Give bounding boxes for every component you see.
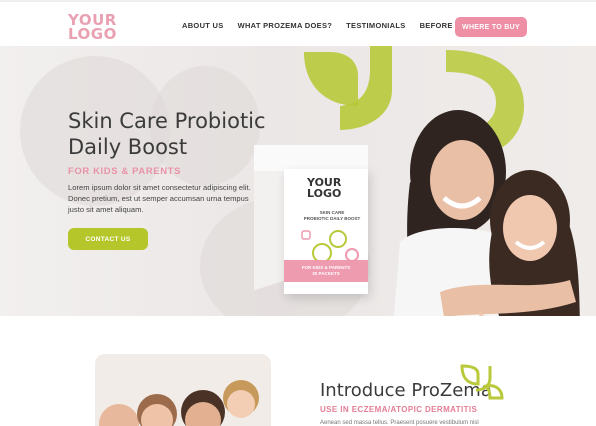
main-nav: ABOUT US WHAT PROZEMA DOES? TESTIMONIALS… (182, 21, 489, 30)
mother-daughter-photo (393, 110, 580, 316)
product-band-line: 30 PACKETS (312, 271, 340, 276)
where-to-buy-button[interactable]: WHERE TO BUY (455, 17, 527, 37)
hero-subtitle: FOR KIDS & PARENTS (68, 166, 182, 177)
site-header: YOUR LOGO ABOUT US WHAT PROZEMA DOES? TE… (0, 0, 596, 46)
hero-title-line: Skin Care Probiotic (68, 109, 266, 133)
leaf-logo-icon (460, 364, 504, 400)
site-logo[interactable]: YOUR LOGO (68, 13, 117, 43)
hero-description: Lorem ipsum dolor sit amet consectetur a… (68, 183, 251, 214)
family-photo-image (95, 354, 271, 426)
product-box-top (254, 145, 368, 171)
product-logo: YOUR LOGO (307, 177, 341, 199)
intro-subtitle: USE IN ECZEMA/ATOPIC DERMATITIS (320, 405, 478, 414)
intro-description: Aenean sed massa tellus. Praesent posuer… (320, 420, 479, 426)
logo-line-2: LOGO (68, 25, 117, 43)
product-logo-line: LOGO (307, 187, 342, 200)
intro-section: Introduce ProZema USE IN ECZEMA/ATOPIC D… (0, 316, 596, 426)
product-box-side (254, 155, 286, 291)
hero-section: Skin Care Probiotic Daily Boost FOR KIDS… (0, 46, 596, 316)
nav-testimonials[interactable]: TESTIMONIALS (346, 21, 405, 30)
nav-what-prozema-does[interactable]: WHAT PROZEMA DOES? (238, 21, 333, 30)
contact-us-button[interactable]: CONTACT US (68, 228, 148, 250)
nav-about-us[interactable]: ABOUT US (182, 21, 224, 30)
product-label: SKIN CARE PROBIOTIC DAILY BOOST (302, 210, 362, 222)
family-photo (95, 354, 271, 426)
product-band-text: FOR KIDS & PARENTS 30 PACKETS (286, 265, 366, 277)
product-label-line: PROBIOTIC DAILY BOOST (303, 216, 361, 221)
